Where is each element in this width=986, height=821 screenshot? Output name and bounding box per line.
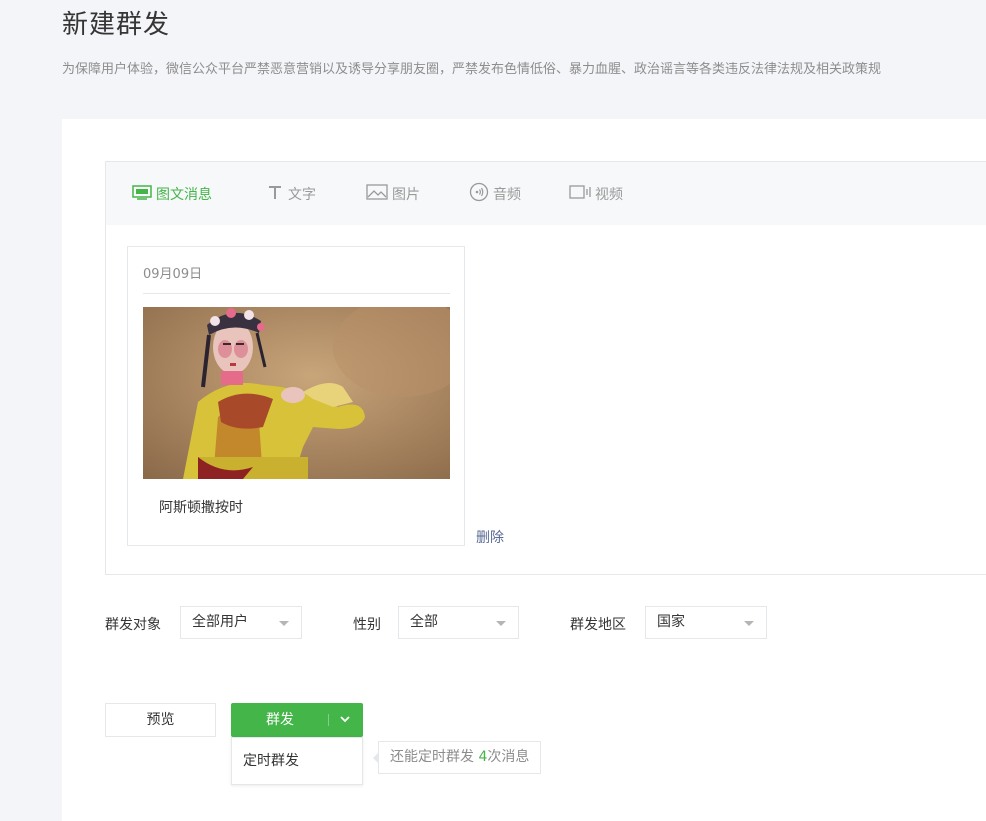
caret-down-icon bbox=[496, 621, 506, 626]
send-button[interactable]: 群发 bbox=[231, 703, 363, 737]
region-select-value: 国家 bbox=[657, 614, 685, 630]
tab-image-label: 图片 bbox=[392, 186, 420, 203]
page-title: 新建群发 bbox=[62, 10, 171, 40]
target-label: 群发对象 bbox=[105, 617, 161, 633]
video-icon bbox=[569, 184, 593, 204]
scheduled-send-item[interactable]: 定时群发 bbox=[243, 750, 299, 770]
tab-video[interactable]: 视频 bbox=[569, 162, 623, 225]
caret-down-icon bbox=[279, 621, 289, 626]
region-label: 群发地区 bbox=[570, 617, 626, 633]
target-select-value: 全部用户 bbox=[192, 614, 248, 630]
caret-down-icon bbox=[744, 621, 754, 626]
preview-button[interactable]: 预览 bbox=[105, 703, 216, 737]
audio-icon bbox=[469, 182, 489, 206]
gender-label: 性别 bbox=[353, 617, 381, 633]
tab-audio-label: 音频 bbox=[493, 186, 521, 203]
tab-image[interactable]: 图片 bbox=[366, 162, 420, 225]
article-card[interactable]: 09月09日 阿斯顿撒按时 bbox=[127, 246, 465, 546]
card-divider bbox=[143, 293, 450, 294]
article-cover-image bbox=[143, 307, 450, 479]
text-icon bbox=[266, 184, 284, 204]
message-type-tabs: 图文消息 文字 图片 音频 视频 bbox=[106, 162, 986, 225]
delete-link[interactable]: 删除 bbox=[476, 527, 504, 547]
image-icon bbox=[366, 183, 388, 204]
main-panel: 图文消息 文字 图片 音频 视频 09月09日 阿斯顿撒按时 删除 群发对象 全… bbox=[62, 119, 986, 821]
article-title: 阿斯顿撒按时 bbox=[159, 500, 243, 516]
news-icon bbox=[132, 184, 152, 204]
tip-prefix: 还能定时群发 bbox=[390, 749, 479, 765]
policy-notice: 为保障用户体验，微信公众平台严禁恶意营销以及诱导分享朋友圈，严禁发布色情低俗、暴… bbox=[62, 62, 882, 77]
message-editor: 图文消息 文字 图片 音频 视频 09月09日 阿斯顿撒按时 删除 bbox=[105, 161, 986, 575]
scheduled-quota-tip: 还能定时群发 4次消息 bbox=[372, 741, 542, 774]
send-button-divider bbox=[328, 714, 329, 726]
gender-select[interactable]: 全部 bbox=[398, 606, 519, 639]
gender-select-value: 全部 bbox=[410, 614, 438, 630]
tab-news[interactable]: 图文消息 bbox=[132, 162, 212, 225]
tab-video-label: 视频 bbox=[595, 186, 623, 203]
tab-audio[interactable]: 音频 bbox=[469, 162, 521, 225]
send-button-label: 群发 bbox=[266, 712, 294, 728]
send-dropdown-menu: 定时群发 bbox=[231, 737, 363, 785]
region-select[interactable]: 国家 bbox=[645, 606, 767, 639]
target-select[interactable]: 全部用户 bbox=[180, 606, 302, 639]
tab-text-label: 文字 bbox=[288, 186, 316, 203]
chevron-down-icon[interactable] bbox=[337, 711, 353, 727]
tab-text[interactable]: 文字 bbox=[266, 162, 316, 225]
article-date: 09月09日 bbox=[143, 267, 203, 282]
tab-news-label: 图文消息 bbox=[156, 186, 212, 203]
tip-suffix: 次消息 bbox=[487, 749, 530, 765]
